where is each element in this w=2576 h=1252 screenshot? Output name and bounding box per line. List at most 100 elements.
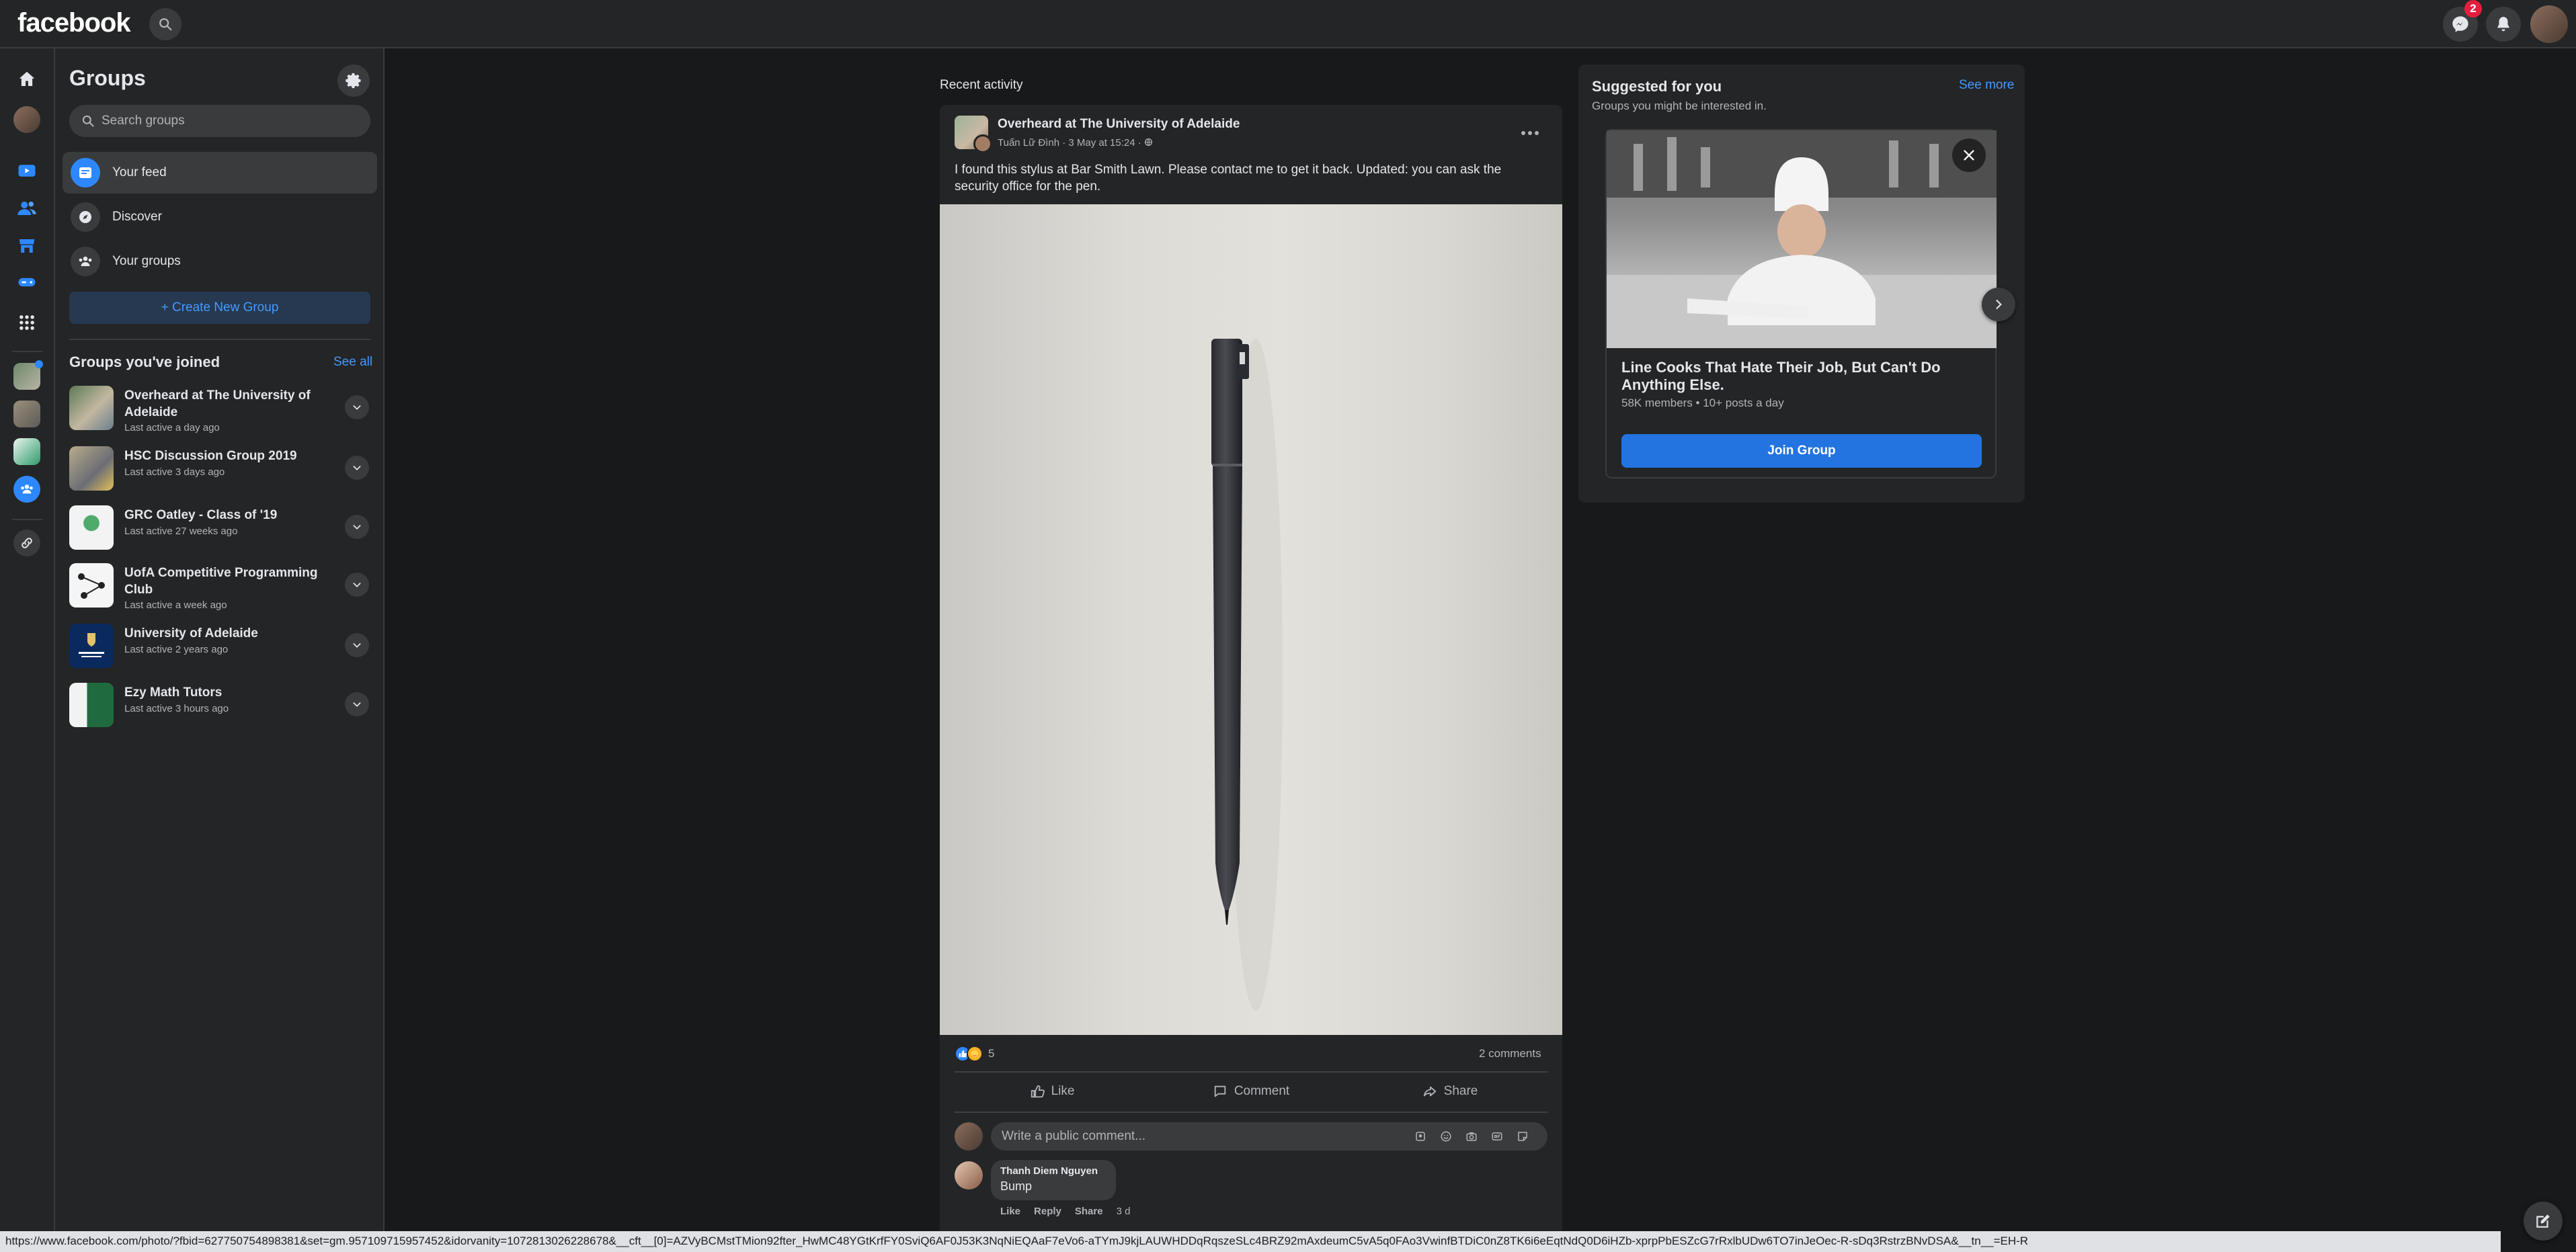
bell-icon <box>2497 17 2509 32</box>
comment-timestamp[interactable]: 3 d <box>1117 1206 1131 1217</box>
facebook-logo[interactable]: facebook <box>17 8 131 38</box>
group-shortcut[interactable] <box>13 438 40 465</box>
apps-grid-icon[interactable] <box>13 309 40 336</box>
browser-status-url: https://www.facebook.com/photo/?fbid=627… <box>0 1231 2501 1252</box>
account-avatar[interactable] <box>2530 5 2568 43</box>
see-more-link[interactable]: See more <box>1959 78 2014 93</box>
like-label: Like <box>1051 1084 1075 1098</box>
marketplace-icon[interactable] <box>13 233 40 259</box>
divider <box>955 1112 1547 1113</box>
comment-input[interactable] <box>1002 1129 1405 1144</box>
dismiss-suggestion-button[interactable] <box>1952 138 1986 172</box>
group-thumbnail <box>69 505 114 550</box>
group-activity: Last active 27 weeks ago <box>124 526 238 537</box>
compose-icon <box>2536 1214 2550 1228</box>
nav-discover[interactable]: Discover <box>63 196 377 238</box>
reactions-summary[interactable]: 5 <box>955 1044 994 1063</box>
comment-reply-link[interactable]: Reply <box>1034 1206 1061 1217</box>
group-activity: Last active 3 days ago <box>124 466 225 478</box>
joined-group-row[interactable]: Overheard at The University of Adelaide … <box>63 380 377 435</box>
new-message-button[interactable] <box>2524 1202 2563 1241</box>
profile-avatar[interactable] <box>13 106 40 133</box>
group-thumbnail <box>69 624 114 668</box>
groups-icon <box>71 247 100 276</box>
suggested-subtitle: Groups you might be interested in. <box>1592 99 1767 112</box>
search-groups-field[interactable] <box>69 105 370 137</box>
search-groups-input[interactable] <box>102 114 357 128</box>
sticker-icon[interactable] <box>1513 1126 1533 1146</box>
nav-label: Discover <box>112 210 162 224</box>
share-button[interactable]: Share <box>1353 1075 1547 1108</box>
watch-icon[interactable] <box>13 157 40 184</box>
current-user-avatar[interactable] <box>955 1122 983 1151</box>
gaming-icon[interactable] <box>13 269 40 296</box>
comment-count[interactable]: 2 comments <box>1479 1047 1541 1060</box>
join-group-button[interactable]: Join Group <box>1621 434 1982 468</box>
comment-author[interactable]: Thanh Diem Nguyen <box>1000 1165 1106 1177</box>
suggested-group-cover[interactable] <box>1607 130 1997 348</box>
more-options-icon[interactable] <box>1515 121 1545 145</box>
search-button[interactable] <box>149 8 182 40</box>
care-reaction-icon <box>967 1046 983 1062</box>
avatar-sticker-icon[interactable] <box>1410 1126 1431 1146</box>
nav-label: Your groups <box>112 254 181 268</box>
chevron-down-icon[interactable] <box>345 573 369 597</box>
group-thumbnail <box>69 446 114 491</box>
comment-like-link[interactable]: Like <box>1000 1206 1020 1217</box>
chevron-down-icon[interactable] <box>345 456 369 480</box>
nav-your-feed[interactable]: Your feed <box>63 152 377 194</box>
emoji-icon[interactable] <box>1436 1126 1456 1146</box>
group-name: University of Adelaide <box>124 626 258 640</box>
author-avatar[interactable] <box>973 134 992 153</box>
link-icon[interactable] <box>13 530 40 556</box>
create-new-group-button[interactable]: + Create New Group <box>69 292 370 324</box>
camera-icon[interactable] <box>1461 1126 1482 1146</box>
messenger-icon <box>2452 16 2468 32</box>
chevron-right-icon <box>1996 300 2002 309</box>
close-icon <box>1964 150 1974 161</box>
suggested-group-meta: 58K members • 10+ posts a day <box>1621 397 1784 409</box>
commenter-avatar[interactable] <box>955 1161 983 1190</box>
joined-group-row[interactable]: Ezy Math Tutors Last active 3 hours ago <box>63 677 377 733</box>
comment-bubble: Thanh Diem Nguyen Bump <box>991 1160 1116 1200</box>
see-all-link[interactable]: See all <box>333 355 372 370</box>
settings-button[interactable] <box>337 65 370 97</box>
nav-your-groups[interactable]: Your groups <box>63 241 377 282</box>
recent-activity-label: Recent activity <box>940 78 1023 92</box>
comment-button[interactable]: Comment <box>1154 1075 1349 1108</box>
comment-share-link[interactable]: Share <box>1075 1206 1103 1217</box>
chef-image <box>1607 130 1997 348</box>
chevron-down-icon[interactable] <box>345 633 369 657</box>
comment-actions: Like Reply Share 3 d <box>1000 1206 1130 1217</box>
group-shortcut[interactable] <box>13 401 40 427</box>
shortcut-rail <box>0 48 55 1231</box>
like-button[interactable]: Like <box>955 1075 1150 1108</box>
rail-divider <box>12 351 43 352</box>
joined-group-row[interactable]: HSC Discussion Group 2019 Last active 3 … <box>63 441 377 496</box>
groups-icon[interactable] <box>13 476 40 503</box>
chevron-down-icon[interactable] <box>345 692 369 716</box>
joined-group-row[interactable]: GRC Oatley - Class of '19 Last active 27… <box>63 500 377 555</box>
post-group-name[interactable]: Overheard at The University of Adelaide <box>998 117 1240 132</box>
notifications-button[interactable] <box>2486 7 2521 42</box>
divider <box>955 1071 1547 1073</box>
rail-divider <box>12 519 43 520</box>
friends-icon[interactable] <box>13 195 40 222</box>
joined-group-row[interactable]: UofA Competitive Programming Club Last a… <box>63 558 377 613</box>
joined-group-row[interactable]: University of Adelaide Last active 2 yea… <box>63 618 377 673</box>
chevron-down-icon[interactable] <box>345 515 369 539</box>
group-name: HSC Discussion Group 2019 <box>124 449 297 463</box>
group-thumbnail <box>69 563 114 608</box>
suggested-group-name[interactable]: Line Cooks That Hate Their Job, But Can'… <box>1621 359 1971 394</box>
home-icon[interactable] <box>13 66 40 93</box>
chevron-down-icon[interactable] <box>345 395 369 419</box>
post-photo[interactable] <box>940 204 1562 1035</box>
gif-icon[interactable] <box>1487 1126 1507 1146</box>
gear-icon <box>346 73 361 89</box>
feed-icon <box>71 158 100 187</box>
group-thumbnail <box>69 683 114 727</box>
group-thumbnail <box>69 386 114 430</box>
comment-composer[interactable] <box>991 1122 1547 1151</box>
group-activity: Last active a day ago <box>124 422 220 433</box>
next-suggestion-button[interactable] <box>1982 288 2015 321</box>
